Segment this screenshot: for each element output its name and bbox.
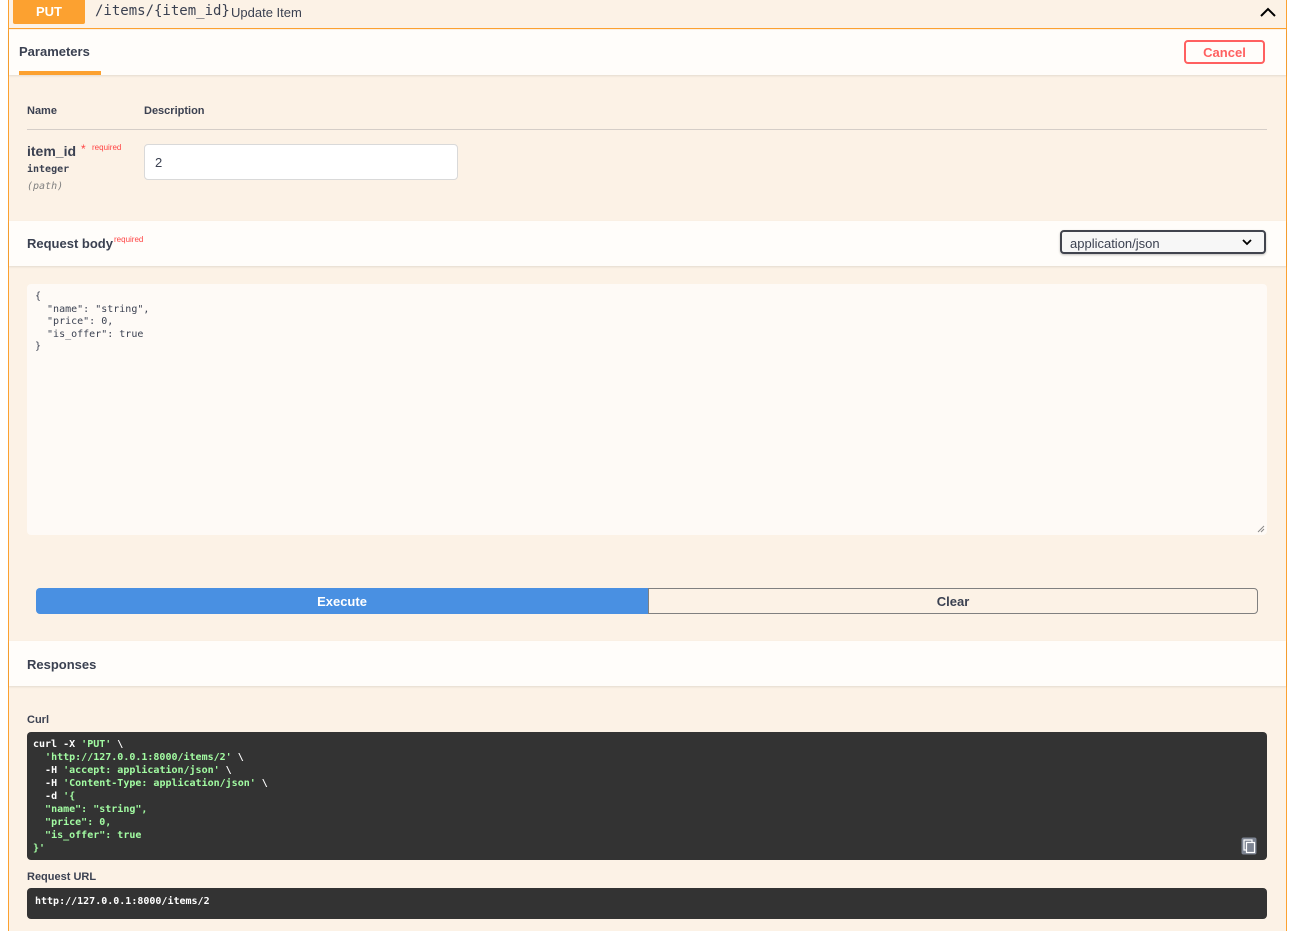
column-header-description: Description <box>144 105 205 117</box>
request-body-text: { "name": "string", "price": 0, "is_offe… <box>35 291 150 352</box>
request-url-box: http://127.0.0.1:8000/items/2 <box>27 888 1267 919</box>
content-type-selected: application/json <box>1070 236 1160 251</box>
item-id-input[interactable] <box>144 144 458 180</box>
operation-block-put: PUT /items/{item_id} Update Item Paramet… <box>8 0 1287 931</box>
required-star: * <box>81 142 86 156</box>
cancel-button[interactable]: Cancel <box>1184 40 1265 64</box>
execute-button[interactable]: Execute <box>36 588 648 614</box>
curl-label: Curl <box>27 714 49 726</box>
curl-header-flag: -H <box>45 778 64 789</box>
curl-body-line: "is_offer": true <box>45 830 142 841</box>
request-body-editor[interactable]: { "name": "string", "price": 0, "is_offe… <box>27 284 1267 535</box>
request-url-label: Request URL <box>27 871 97 883</box>
curl-body-line: "name": "string", <box>45 804 148 815</box>
curl-data-flag: -d <box>45 791 64 802</box>
parameters-header <box>9 30 1286 75</box>
http-method-badge: PUT <box>13 0 85 24</box>
divider <box>27 129 1267 130</box>
clear-button[interactable]: Clear <box>648 588 1258 614</box>
required-label: required <box>92 143 122 152</box>
curl-body-line: "price": 0, <box>45 817 112 828</box>
curl-line-continuation: \ <box>111 739 124 750</box>
curl-accept-header: 'accept: application/json' <box>63 765 220 776</box>
responses-header <box>9 641 1286 686</box>
operation-summary[interactable]: PUT /items/{item_id} Update Item <box>9 0 1286 29</box>
tab-active-indicator <box>19 71 101 75</box>
request-body-title: Request body <box>27 236 113 251</box>
content-type-select[interactable]: application/json <box>1060 230 1266 254</box>
operation-summary-text: Update Item <box>231 5 302 20</box>
curl-cmd: curl -X <box>33 739 82 750</box>
chevron-up-icon[interactable] <box>1258 4 1278 20</box>
curl-url: 'http://127.0.0.1:8000/items/2' <box>45 752 232 763</box>
column-header-name: Name <box>27 105 57 117</box>
responses-title: Responses <box>27 657 97 672</box>
curl-body-open: '{ <box>63 791 76 802</box>
operation-path: /items/{item_id} <box>95 3 230 19</box>
chevron-down-icon <box>1242 239 1252 246</box>
resize-handle-icon[interactable] <box>1257 525 1265 533</box>
curl-header-flag: -H <box>45 765 64 776</box>
curl-content-type-header: 'Content-Type: application/json' <box>63 778 256 789</box>
clipboard-copy-icon[interactable] <box>1241 837 1257 855</box>
curl-code-block: curl -X 'PUT' \ 'http://127.0.0.1:8000/i… <box>27 732 1267 860</box>
parameter-type: integer <box>27 164 70 175</box>
request-body-required-label: required <box>114 235 144 244</box>
request-url-text: http://127.0.0.1:8000/items/2 <box>35 896 210 907</box>
curl-method: 'PUT' <box>81 739 112 750</box>
curl-body-close: }' <box>33 843 46 854</box>
tab-parameters[interactable]: Parameters <box>19 44 90 59</box>
parameter-name: item_id <box>27 143 77 159</box>
parameter-location: (path) <box>27 181 64 192</box>
